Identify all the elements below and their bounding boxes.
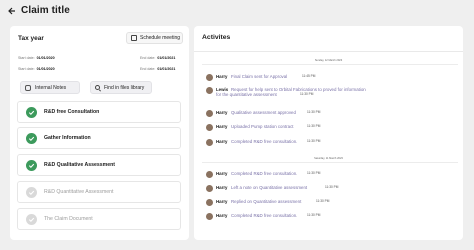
activity-text: Completed R&D free consultation. [231,171,298,176]
check-circle-icon [26,133,37,144]
avatar [206,213,213,220]
schedule-meeting-label: Schedule meeting [140,35,181,41]
activity-user: Harry [216,171,228,176]
internal-notes-button[interactable]: Internal Notes [20,81,80,94]
avatar [206,171,213,178]
avatar [206,139,213,146]
calendar-icon [131,35,137,41]
activity-text: Uploaded Pump station contract [231,124,294,129]
step-rd-qualitative-assessment[interactable]: R&D Qualitative Assessment [17,154,181,176]
activity-time: 11:45 PM [302,74,316,78]
step-label: R&D free Consultation [44,109,100,115]
activity-user: Harry [216,110,228,115]
divider [202,64,458,65]
activities-panel: Activites Sunday, 12 March 2023 Harry Fi… [194,26,463,240]
activity-time: 11:30 PM [300,92,314,96]
step-rd-free-consultation[interactable]: R&D free Consultation [17,101,181,123]
end-date-row: End date: 01/01/2021 [140,56,176,60]
step-gather-information[interactable]: Gather Information [17,127,181,149]
activity-text: Qualitative assessment approved [231,110,296,115]
activity-time: 11:30 PM [307,110,321,114]
start-date-row: Start date: 01/01/2020 [18,56,55,60]
avatar [206,124,213,131]
day-label: Saturday, 11 March 2023 [314,157,343,160]
avatar [206,110,213,117]
activity-text: Final Claim sent for Approval [231,74,288,79]
search-icon [95,85,100,90]
day-label: Sunday, 12 March 2023 [314,59,343,62]
find-in-files-label: Find in files library [104,84,145,91]
check-circle-icon [26,214,37,225]
page-header: Claim title [0,0,474,24]
activity-user: Harry [216,213,228,218]
end-date-row: End date: 01/01/2021 [140,67,176,71]
step-label: R&D Qualitative Assessment [44,162,116,168]
activity-user: Harry [216,199,228,204]
check-circle-icon [26,187,37,198]
activity-time: 11:30 PM [307,139,321,143]
arrow-left-icon[interactable] [7,6,17,18]
activity-text: Completed R&D free consultation. [231,213,298,218]
schedule-meeting-button[interactable]: Schedule meeting [126,32,183,44]
activity-text: Replied on Quantitative assessment [231,199,302,204]
activity-user: Harry [216,124,228,129]
step-rd-quantitative-assessment[interactable]: R&D Quantitative Assessment [17,181,181,203]
activity-time: 11:30 PM [325,185,339,189]
step-claim-document[interactable]: The Claim Document [17,208,181,230]
activity-user: Harry [216,74,228,79]
avatar [206,199,213,206]
divider [202,162,458,163]
activity-time: 11:30 PM [316,199,330,203]
step-label: The Claim Document [44,216,93,222]
check-circle-icon [26,160,37,171]
avatar [206,74,213,81]
activity-text: Completed R&D free consultation. [231,139,298,144]
activity-time: 11:30 PM [307,124,321,128]
find-in-files-button[interactable]: Find in files library [90,81,152,94]
avatar [206,87,213,94]
divider [194,51,463,52]
start-date-row: Start date: 01/01/2020 [18,67,55,71]
note-icon [25,84,31,91]
page-title: Claim title [21,5,70,16]
activities-title: Activites [202,34,231,41]
activity-user: Harry [216,139,228,144]
avatar [206,185,213,192]
tax-year-heading: Tax year [18,35,44,42]
check-circle-icon [26,107,37,118]
activity-text: Left a note on Quantitative assessment [231,185,308,190]
activity-time: 11:30 PM [307,213,321,217]
internal-notes-label: Internal Notes [35,84,67,91]
step-label: Gather Information [44,135,91,141]
step-label: R&D Quantitative Assessment [44,189,114,195]
activity-user: Harry [216,185,228,190]
activity-time: 11:30 PM [307,171,321,175]
activity-text-continued: for the quantitative assessment [216,92,277,97]
